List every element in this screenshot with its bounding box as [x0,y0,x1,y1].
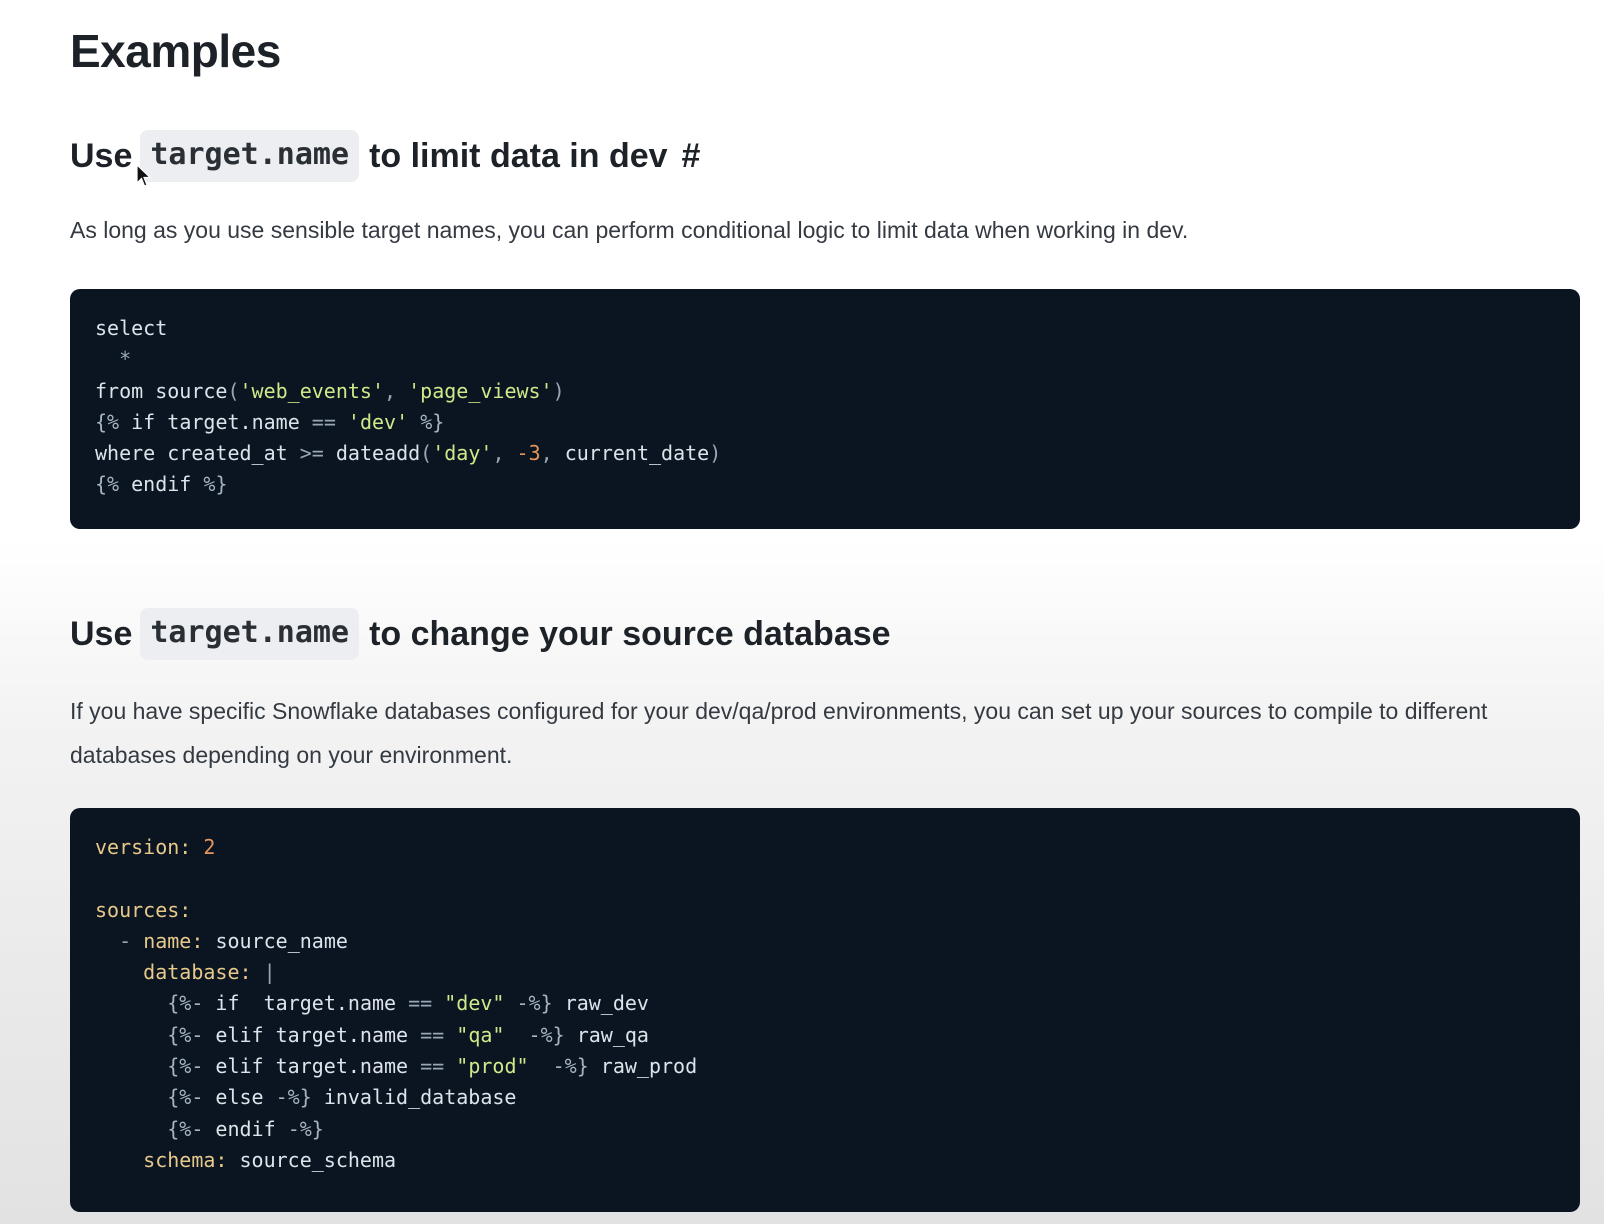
code-line: {%- if target.name == "dev" -%} raw_dev [167,991,649,1016]
code-line: - name: source_name [119,928,348,953]
code-line: ​ [95,863,1555,894]
inline-code-target-name: target.name [140,608,360,660]
code-content-sql: select * from source('web_events', 'page_… [95,313,1555,501]
code-line: from source('web_events', 'page_views') [95,378,565,403]
code-line: schema: source_schema [143,1147,397,1172]
code-line: * [119,347,132,372]
heading-suffix: to change your source database [369,614,891,653]
code-content-yaml: version: 2​sources: - name: source_name … [95,832,1555,1176]
code-line: {%- elif target.name == "qa" -%} raw_qa [167,1022,649,1047]
code-line: version: 2 [95,835,216,859]
code-block-sql: select * from source('web_events', 'page_… [70,289,1580,529]
code-line: {%- else -%} invalid_database [167,1085,517,1110]
heading-anchor-link[interactable]: # [682,137,701,176]
code-line: {%- elif target.name == "prod" -%} raw_p… [167,1054,698,1079]
code-line: {% if target.name == 'dev' %} [95,409,445,434]
code-line: {%- endif -%} [167,1116,324,1141]
code-line: {% endif %} [95,472,228,497]
page-title: Examples [70,25,281,77]
code-line: where created_at >= dateadd('day', -3, c… [95,441,722,466]
mouse-pointer-icon [136,164,152,187]
inline-code-target-name: target.name [140,130,360,182]
section-paragraph-change-database: If you have specific Snowflake databases… [70,698,1488,768]
code-line: select [95,316,168,340]
section-heading-limit-data: Use target.name to limit data in dev # [70,130,700,182]
section-heading-change-database: Use target.name to change your source da… [70,608,891,660]
code-line: database: | [143,960,276,985]
heading-suffix: to limit data in dev [369,136,668,175]
heading-prefix: Use [70,614,133,653]
code-line: sources: [95,897,192,922]
section-paragraph-limit-data: As long as you use sensible target names… [70,217,1189,243]
heading-prefix: Use [70,136,133,175]
code-block-yaml: version: 2​sources: - name: source_name … [70,808,1580,1212]
